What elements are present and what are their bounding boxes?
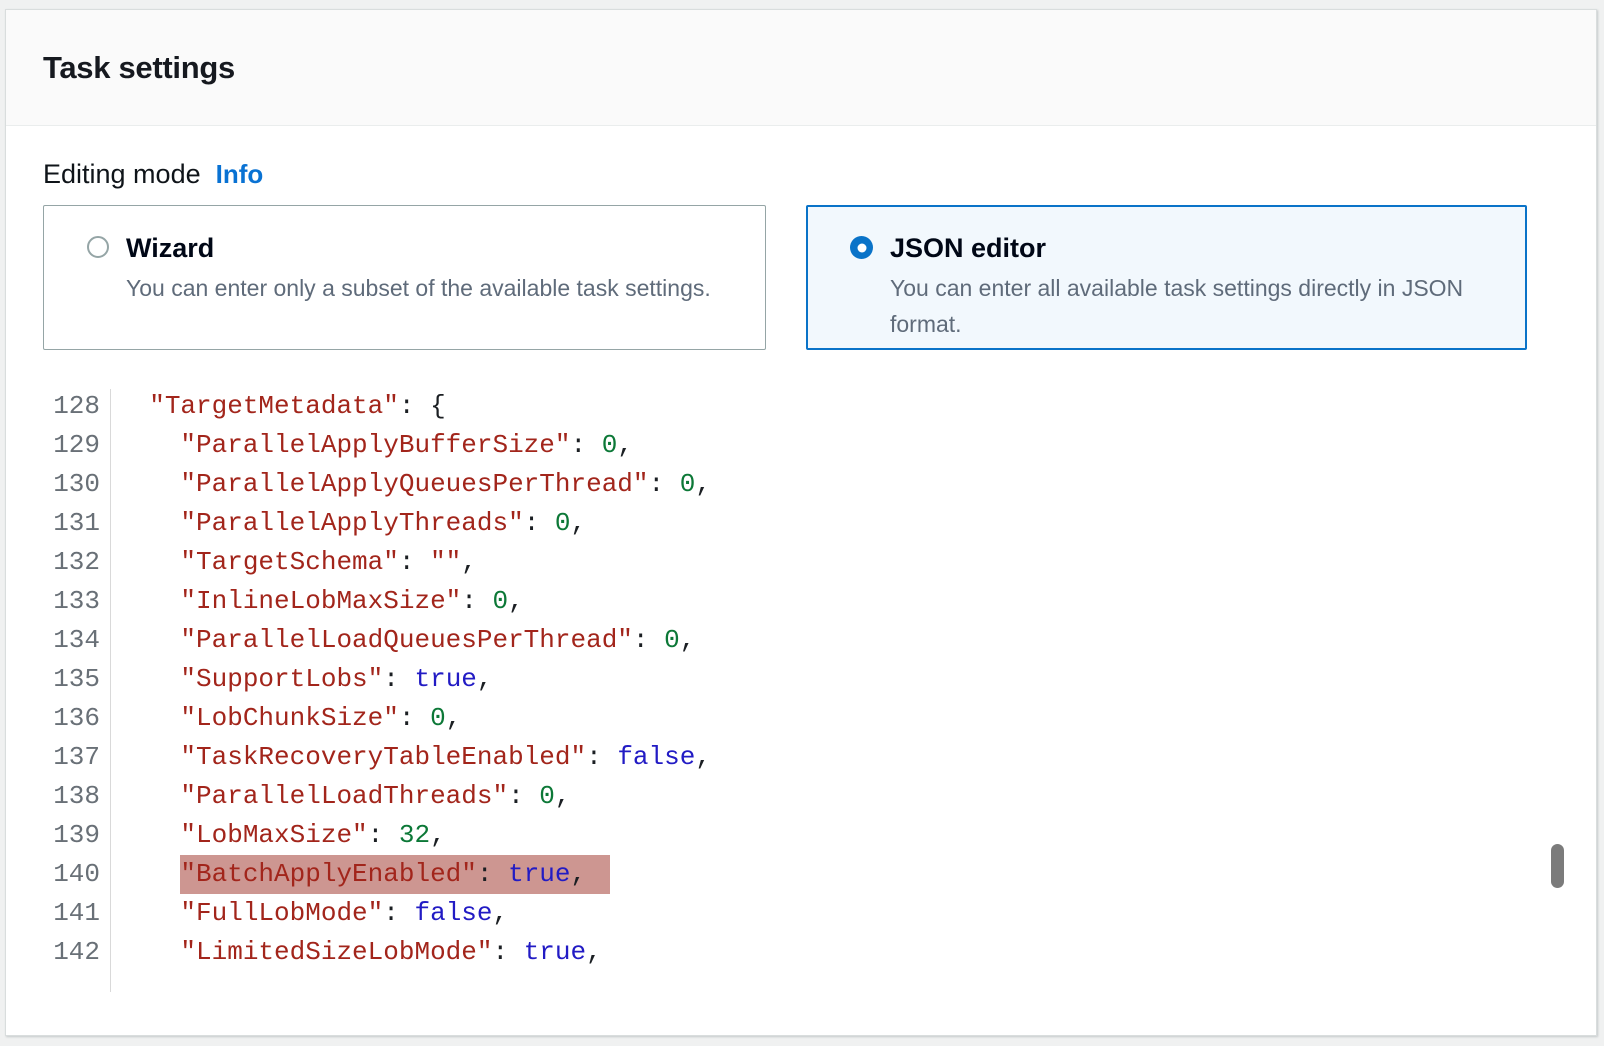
json-value: 0 (555, 508, 571, 538)
radio-unselected-icon[interactable] (87, 236, 109, 258)
line-number: 136 (43, 699, 100, 738)
code-line-141[interactable]: 141 "FullLobMode": false, (43, 894, 1596, 933)
tile-json-editor-text: JSON editor You can enter all available … (890, 232, 1506, 348)
editing-mode-label: Editing mode (43, 159, 201, 190)
line-number: 129 (43, 426, 100, 465)
json-key: "TargetMetadata" (149, 391, 399, 421)
code-line-129[interactable]: 129 "ParallelApplyBufferSize": 0, (43, 426, 1596, 465)
line-number: 140 (43, 855, 100, 894)
line-number: 132 (43, 543, 100, 582)
json-value: 0 (602, 430, 618, 460)
json-key: "ParallelApplyThreads" (180, 508, 523, 538)
code-text: "InlineLobMaxSize": 0, (110, 582, 524, 621)
json-key: "SupportLobs" (180, 664, 383, 694)
code-text: "ParallelApplyThreads": 0, (110, 504, 586, 543)
code-text: "TaskRecoveryTableEnabled": false, (110, 738, 711, 777)
panel-body: Editing mode Info Wizard You can enter o… (6, 126, 1596, 972)
json-key: "FullLobMode" (180, 898, 383, 928)
code-text: "LobChunkSize": 0, (110, 699, 461, 738)
line-number: 130 (43, 465, 100, 504)
code-text: "SupportLobs": true, (110, 660, 493, 699)
radio-selected-icon[interactable] (850, 236, 873, 259)
line-number: 128 (43, 387, 100, 426)
code-text: "ParallelLoadThreads": 0, (110, 777, 571, 816)
json-value: 0 (664, 625, 680, 655)
code-line-139[interactable]: 139 "LobMaxSize": 32, (43, 816, 1596, 855)
code-line-128[interactable]: 128 "TargetMetadata": { (43, 387, 1596, 426)
json-key: "ParallelLoadQueuesPerThread" (180, 625, 632, 655)
tile-wizard-label: Wizard (126, 232, 711, 264)
json-value: false (414, 898, 492, 928)
line-number: 138 (43, 777, 100, 816)
line-number: 139 (43, 816, 100, 855)
code-line-135[interactable]: 135 "SupportLobs": true, (43, 660, 1596, 699)
tile-wizard-description: You can enter only a subset of the avail… (126, 270, 711, 306)
json-key: "ParallelApplyBufferSize" (180, 430, 570, 460)
line-number: 131 (43, 504, 100, 543)
panel-title: Task settings (43, 50, 235, 86)
tile-json-editor[interactable]: JSON editor You can enter all available … (806, 205, 1527, 350)
json-value: 0 (539, 781, 555, 811)
json-key: "BatchApplyEnabled" (180, 859, 476, 889)
highlighted-code: "BatchApplyEnabled": true, (180, 855, 610, 894)
line-number: 137 (43, 738, 100, 777)
task-settings-panel: Task settings Editing mode Info Wizard Y… (5, 9, 1597, 1036)
json-code-editor[interactable]: 128 "TargetMetadata": {129 "ParallelAppl… (43, 387, 1596, 972)
json-key: "ParallelApplyQueuesPerThread" (180, 469, 648, 499)
editor-scrollbar-thumb[interactable] (1551, 844, 1564, 888)
tile-wizard-text: Wizard You can enter only a subset of th… (126, 232, 711, 349)
code-text: "ParallelLoadQueuesPerThread": 0, (110, 621, 695, 660)
json-value: 32 (399, 820, 430, 850)
json-value: true (524, 937, 586, 967)
tile-wizard[interactable]: Wizard You can enter only a subset of th… (43, 205, 766, 350)
code-line-130[interactable]: 130 "ParallelApplyQueuesPerThread": 0, (43, 465, 1596, 504)
code-line-131[interactable]: 131 "ParallelApplyThreads": 0, (43, 504, 1596, 543)
code-text: "ParallelApplyQueuesPerThread": 0, (110, 465, 711, 504)
json-key: "LobMaxSize" (180, 820, 367, 850)
code-line-136[interactable]: 136 "LobChunkSize": 0, (43, 699, 1596, 738)
json-value: 0 (680, 469, 696, 499)
json-value: { (430, 391, 446, 421)
line-number: 135 (43, 660, 100, 699)
json-value: "" (430, 547, 461, 577)
line-number: 134 (43, 621, 100, 660)
code-text: "BatchApplyEnabled": true, (110, 855, 610, 894)
editing-mode-row: Editing mode Info (43, 159, 1596, 191)
json-key: "TaskRecoveryTableEnabled" (180, 742, 586, 772)
line-number: 141 (43, 894, 100, 933)
json-value: false (617, 742, 695, 772)
code-line-134[interactable]: 134 "ParallelLoadQueuesPerThread": 0, (43, 621, 1596, 660)
json-value: true (414, 664, 476, 694)
code-text: "TargetSchema": "", (110, 543, 477, 582)
code-text: "LimitedSizeLobMode": true, (110, 933, 602, 972)
tile-json-editor-description: You can enter all available task setting… (890, 270, 1506, 342)
info-link[interactable]: Info (216, 159, 264, 190)
json-value: true (508, 859, 570, 889)
json-key: "LimitedSizeLobMode" (180, 937, 492, 967)
code-line-137[interactable]: 137 "TaskRecoveryTableEnabled": false, (43, 738, 1596, 777)
code-text: "LobMaxSize": 32, (110, 816, 446, 855)
code-text: "ParallelApplyBufferSize": 0, (110, 426, 633, 465)
json-key: "ParallelLoadThreads" (180, 781, 508, 811)
code-line-142[interactable]: 142 "LimitedSizeLobMode": true, (43, 933, 1596, 972)
json-key: "TargetSchema" (180, 547, 398, 577)
line-number: 133 (43, 582, 100, 621)
code-line-132[interactable]: 132 "TargetSchema": "", (43, 543, 1596, 582)
editing-mode-options: Wizard You can enter only a subset of th… (43, 205, 1596, 350)
code-text: "FullLobMode": false, (110, 894, 508, 933)
json-value: 0 (493, 586, 509, 616)
panel-header: Task settings (6, 10, 1596, 126)
code-line-133[interactable]: 133 "InlineLobMaxSize": 0, (43, 582, 1596, 621)
json-key: "LobChunkSize" (180, 703, 398, 733)
line-number: 142 (43, 933, 100, 972)
tile-json-editor-label: JSON editor (890, 232, 1506, 264)
code-line-138[interactable]: 138 "ParallelLoadThreads": 0, (43, 777, 1596, 816)
code-text: "TargetMetadata": { (110, 387, 446, 426)
code-line-140[interactable]: 140 "BatchApplyEnabled": true, (43, 855, 1596, 894)
json-value: 0 (430, 703, 446, 733)
json-key: "InlineLobMaxSize" (180, 586, 461, 616)
